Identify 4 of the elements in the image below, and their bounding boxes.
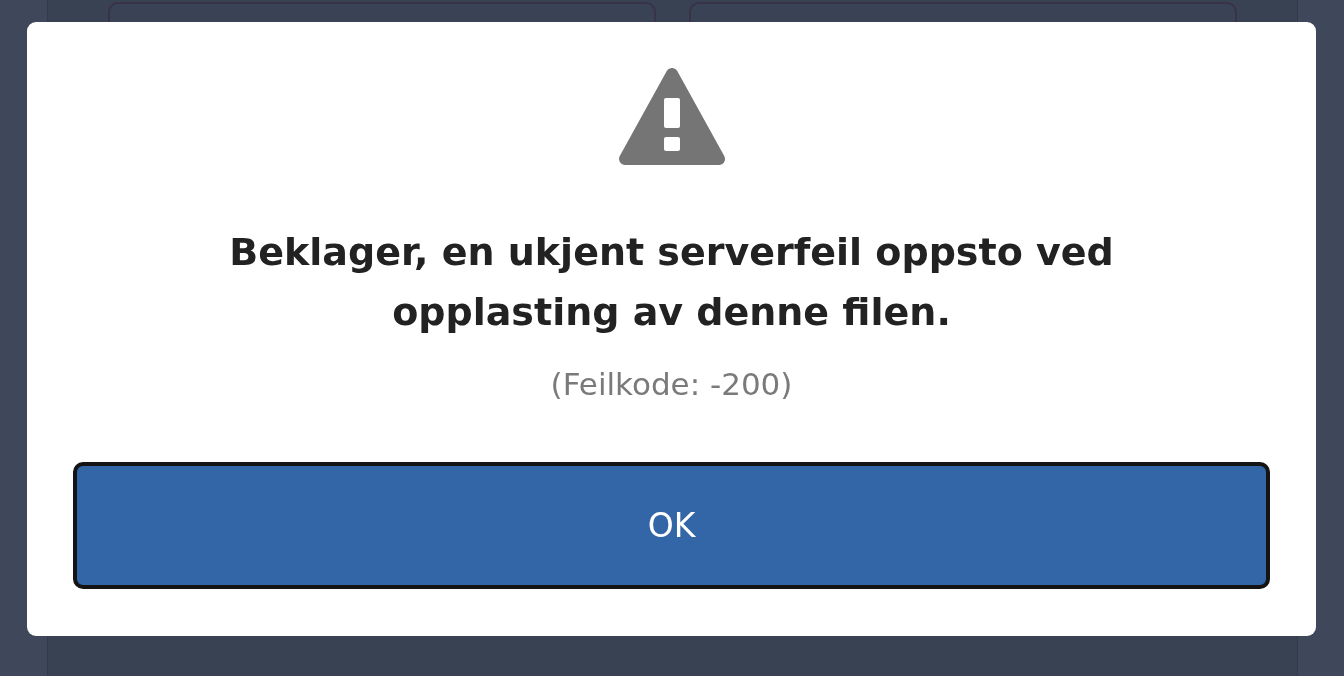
warning-icon <box>617 66 726 166</box>
error-code: (Feilkode: -200) <box>550 365 793 404</box>
ok-button[interactable]: OK <box>73 462 1270 589</box>
error-message: Beklager, en ukjent serverfeil oppsto ved opplasting av denne filen. <box>228 229 1115 336</box>
